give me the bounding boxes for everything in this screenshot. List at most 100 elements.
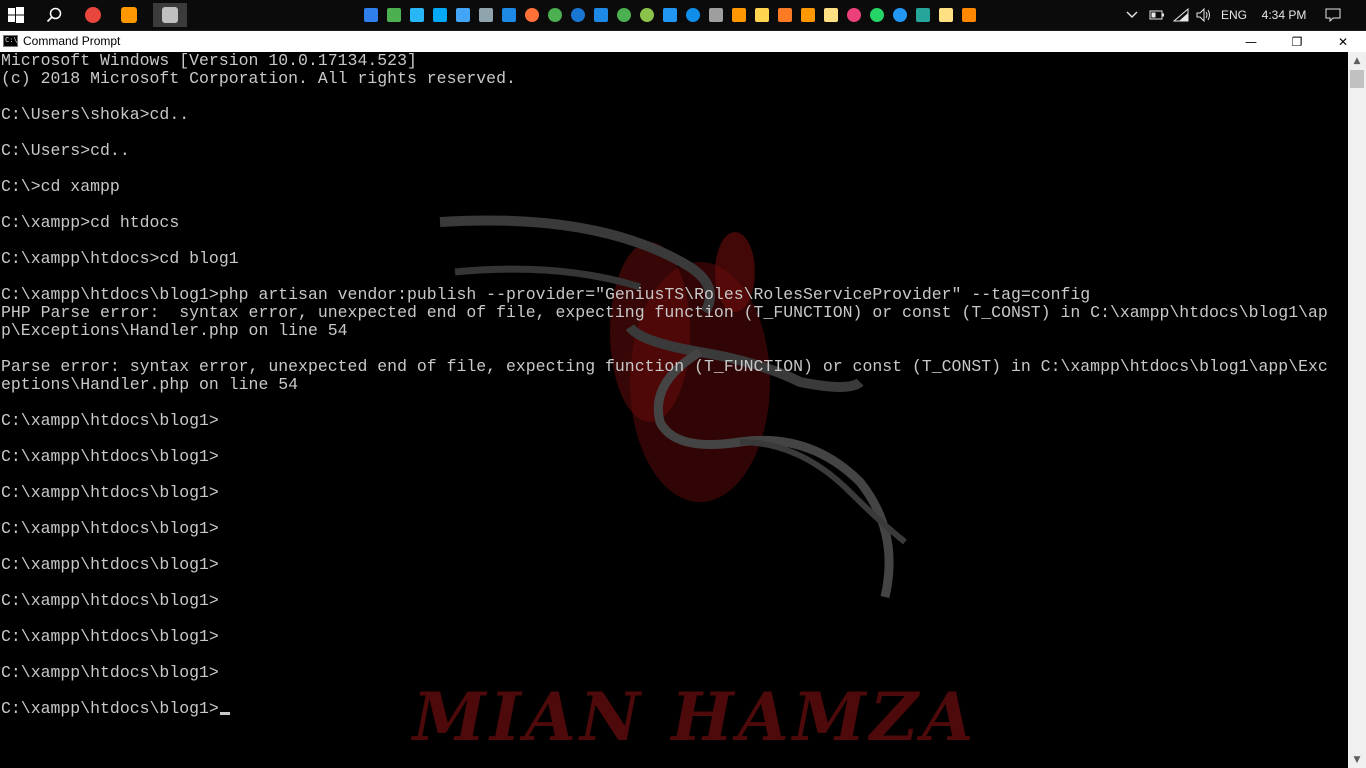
taskbar-app-settings[interactable] — [591, 3, 611, 27]
console-line: C:\xampp\htdocs\blog1> — [1, 700, 1328, 718]
window-title-bar[interactable]: Command Prompt — ❐ ✕ — [0, 31, 1366, 52]
console-line: Microsoft Windows [Version 10.0.17134.52… — [1, 52, 417, 70]
minimize-button[interactable]: — — [1228, 31, 1274, 52]
volume-icon[interactable] — [1195, 0, 1213, 30]
whatsapp-icon — [870, 8, 884, 22]
console-line: C:\xampp\htdocs\blog1> — [1, 591, 219, 610]
console-line: eptions\Handler.php on line 54 — [1, 375, 299, 394]
console-line: C:\xampp\htdocs\blog1> — [1, 555, 219, 574]
taskbar-app-desktop[interactable] — [407, 3, 427, 27]
scrollbar-thumb[interactable] — [1350, 70, 1364, 88]
taskbar-app-edge[interactable] — [568, 3, 588, 27]
console-line: Parse error: syntax error, unexpected en… — [1, 357, 1328, 376]
taskbar-app-utorrent[interactable] — [614, 3, 634, 27]
itunes-icon — [847, 8, 861, 22]
edge-icon — [571, 8, 585, 22]
wifi-icon[interactable] — [1172, 0, 1190, 30]
taskbar-app-sublime-text[interactable] — [729, 3, 749, 27]
console-line: C:\xampp\htdocs\blog1> — [1, 411, 219, 430]
taskbar-app-itunes[interactable] — [844, 3, 864, 27]
teamviewer-icon — [893, 8, 907, 22]
taskbar-app-sublime-text[interactable] — [117, 3, 141, 27]
battery-icon[interactable] — [1148, 0, 1166, 30]
console-line: C:\xampp>cd htdocs — [1, 213, 180, 232]
taskbar-app-teamviewer[interactable] — [890, 3, 910, 27]
xampp-icon — [778, 8, 792, 22]
scroll-up-button[interactable]: ▲ — [1348, 52, 1366, 69]
taskbar-app-teamviewer[interactable] — [683, 3, 703, 27]
taskbar-app-folder[interactable] — [752, 3, 772, 27]
taskbar-app-chrome[interactable] — [545, 3, 565, 27]
taskbar-app-people[interactable] — [384, 3, 404, 27]
download-icon — [640, 8, 654, 22]
language-label: ENG — [1220, 8, 1247, 22]
taskbar-app-network-share[interactable] — [430, 3, 450, 27]
taskbar-app-command-prompt[interactable] — [153, 3, 187, 27]
desktop-icon — [410, 8, 424, 22]
search-icon — [46, 7, 62, 23]
notes-icon — [824, 8, 838, 22]
console-line: C:\Users>cd.. — [1, 141, 130, 160]
taskbar-app-firefox[interactable] — [522, 3, 542, 27]
start-button[interactable] — [0, 0, 32, 30]
maximize-button[interactable]: ❐ — [1274, 31, 1320, 52]
command-prompt-icon — [3, 35, 18, 47]
taskbar-app-cloud[interactable] — [660, 3, 680, 27]
folder-icon — [755, 8, 769, 22]
search-button[interactable] — [38, 0, 70, 30]
close-icon: ✕ — [1337, 34, 1349, 49]
console-line: C:\xampp\htdocs\blog1> — [1, 663, 219, 682]
notifications-icon[interactable] — [1322, 0, 1344, 30]
vertical-scrollbar[interactable]: ▲ ▼ — [1348, 52, 1366, 768]
taskbar-app-whatsapp[interactable] — [867, 3, 887, 27]
language-indicator[interactable]: ENG — [1219, 0, 1249, 30]
console-line: PHP Parse error: syntax error, unexpecte… — [1, 303, 1328, 322]
scroll-down-button[interactable]: ▼ — [1348, 751, 1366, 768]
taskbar-app-filezilla[interactable] — [913, 3, 933, 27]
console-line: C:\>cd xampp — [1, 177, 120, 196]
clock[interactable]: 4:34 PM — [1256, 0, 1312, 30]
sublime-text-icon — [732, 8, 746, 22]
taskbar-app-vlc[interactable] — [959, 3, 979, 27]
taskbar-app-control-panel[interactable] — [453, 3, 473, 27]
taskbar-app-recycle-bin[interactable] — [476, 3, 496, 27]
taskbar-app-notes[interactable] — [821, 3, 841, 27]
taskbar-app-display[interactable] — [499, 3, 519, 27]
taskbar-app-notepad[interactable] — [936, 3, 956, 27]
settings-icon — [594, 8, 608, 22]
scroll-down-icon: ▼ — [1353, 754, 1361, 765]
close-button[interactable]: ✕ — [1320, 31, 1366, 52]
console-area[interactable]: MIAN HAMZA Microsoft Windows [Version 10… — [0, 52, 1348, 768]
chevron-up-icon[interactable] — [1124, 0, 1140, 30]
display-icon — [502, 8, 516, 22]
console-line: C:\xampp\htdocs\blog1> — [1, 627, 219, 646]
taskbar-app-chrome[interactable] — [81, 3, 105, 27]
taskbar-app-onedrive[interactable] — [361, 3, 381, 27]
teamviewer-icon — [686, 8, 700, 22]
filezilla-icon — [916, 8, 930, 22]
taskbar-app-download[interactable] — [637, 3, 657, 27]
taskbar-app-xampp[interactable] — [775, 3, 795, 27]
taskbar-app-paint[interactable] — [798, 3, 818, 27]
notepad-icon — [939, 8, 953, 22]
minimize-icon: — — [1245, 34, 1257, 49]
taskbar-app-netbeans[interactable] — [706, 3, 726, 27]
chrome-icon — [85, 7, 101, 23]
taskbar: ENG 4:34 PM — [0, 0, 1366, 31]
console-line: C:\xampp\htdocs\blog1> — [1, 483, 219, 502]
console-line: (c) 2018 Microsoft Corporation. All righ… — [1, 69, 516, 88]
chrome-icon — [548, 8, 562, 22]
paint-icon — [801, 8, 815, 22]
